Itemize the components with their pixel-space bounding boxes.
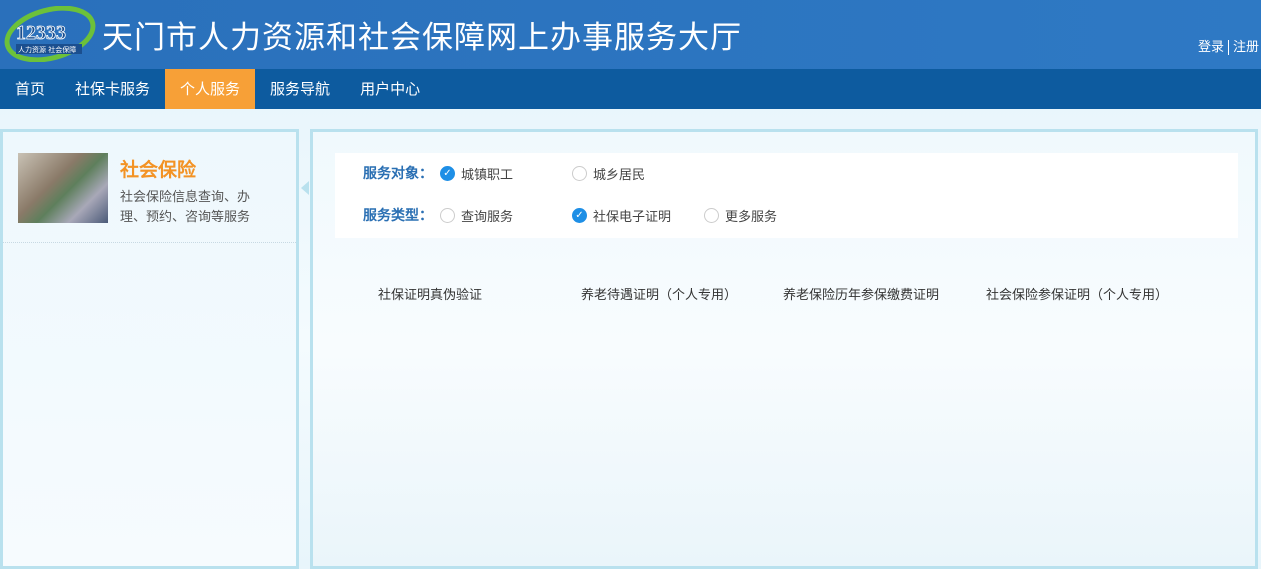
option-label: 社保电子证明 xyxy=(593,209,672,225)
sidebar: 社会保险 社会保险信息查询、办理、预约、咨询等服务 xyxy=(0,129,299,569)
card-description: 社会保险信息查询、办理、预约、咨询等服务 xyxy=(120,190,251,225)
option-e-certificate[interactable]: ✓ 社保电子证明 xyxy=(572,206,704,225)
service-link[interactable]: 社会保险参保证明（个人专用） xyxy=(986,284,1168,303)
radio-icon xyxy=(704,207,719,223)
option-label: 查询服务 xyxy=(461,209,514,225)
pointer-arrow xyxy=(301,181,309,195)
type-label: 服务类型： xyxy=(363,208,433,224)
site-title: 天门市人力资源和社会保障网上办事服务大厅 xyxy=(102,20,742,56)
option-query-service[interactable]: 查询服务 xyxy=(440,206,572,225)
svg-text:12333: 12333 xyxy=(16,22,66,44)
service-link[interactable]: 养老保险历年参保缴费证明 xyxy=(783,284,939,303)
svg-text:人力资源 社会保障: 人力资源 社会保障 xyxy=(18,45,76,54)
nav-personal-service[interactable]: 个人服务 xyxy=(165,69,256,109)
register-link[interactable]: 注册 xyxy=(1233,40,1259,55)
nav-home[interactable]: 首页 xyxy=(0,69,60,109)
option-urban-rural-resident[interactable]: 城乡居民 xyxy=(572,164,645,183)
filter-box: 服务对象： ✓ 城镇职工 城乡居民 服务类型： 查询服务 ✓ 社保电子证明 更多服务 xyxy=(335,153,1238,238)
service-link[interactable]: 社保证明真伪验证 xyxy=(378,284,482,303)
checked-icon: ✓ xyxy=(572,207,587,223)
auth-links: 登录 注册 xyxy=(1198,36,1259,55)
main-panel: 服务对象： ✓ 城镇职工 城乡居民 服务类型： 查询服务 ✓ 社保电子证明 更多服务… xyxy=(310,129,1258,569)
card-title: 社会保险 xyxy=(120,159,197,181)
radio-icon xyxy=(572,165,587,181)
login-link[interactable]: 登录 xyxy=(1198,40,1224,55)
social-insurance-card[interactable]: 社会保险 社会保险信息查询、办理、预约、咨询等服务 xyxy=(3,132,296,243)
service-link[interactable]: 养老待遇证明（个人专用） xyxy=(581,284,737,303)
main-nav: 首页 社保卡服务 个人服务 服务导航 用户中心 xyxy=(0,69,1261,109)
family-photo xyxy=(18,153,108,223)
header: 12333 人力资源 社会保障 天门市人力资源和社会保障网上办事服务大厅 登录注… xyxy=(0,0,1261,69)
nav-user-center[interactable]: 用户中心 xyxy=(345,69,435,109)
checked-icon: ✓ xyxy=(440,165,455,181)
option-urban-worker[interactable]: ✓ 城镇职工 xyxy=(440,164,572,183)
option-label: 城镇职工 xyxy=(461,167,514,183)
nav-social-card[interactable]: 社保卡服务 xyxy=(60,69,165,109)
radio-icon xyxy=(440,207,455,223)
nav-service-guide[interactable]: 服务导航 xyxy=(255,69,345,109)
divider xyxy=(1227,40,1229,55)
option-more-services[interactable]: 更多服务 xyxy=(704,206,777,225)
logo-12333[interactable]: 12333 人力资源 社会保障 xyxy=(4,6,96,62)
target-row: 服务对象： ✓ 城镇职工 城乡居民 xyxy=(363,163,645,183)
type-row: 服务类型： 查询服务 ✓ 社保电子证明 更多服务 xyxy=(363,205,777,225)
option-label: 城乡居民 xyxy=(593,167,646,183)
target-label: 服务对象： xyxy=(363,166,433,182)
option-label: 更多服务 xyxy=(725,209,778,225)
